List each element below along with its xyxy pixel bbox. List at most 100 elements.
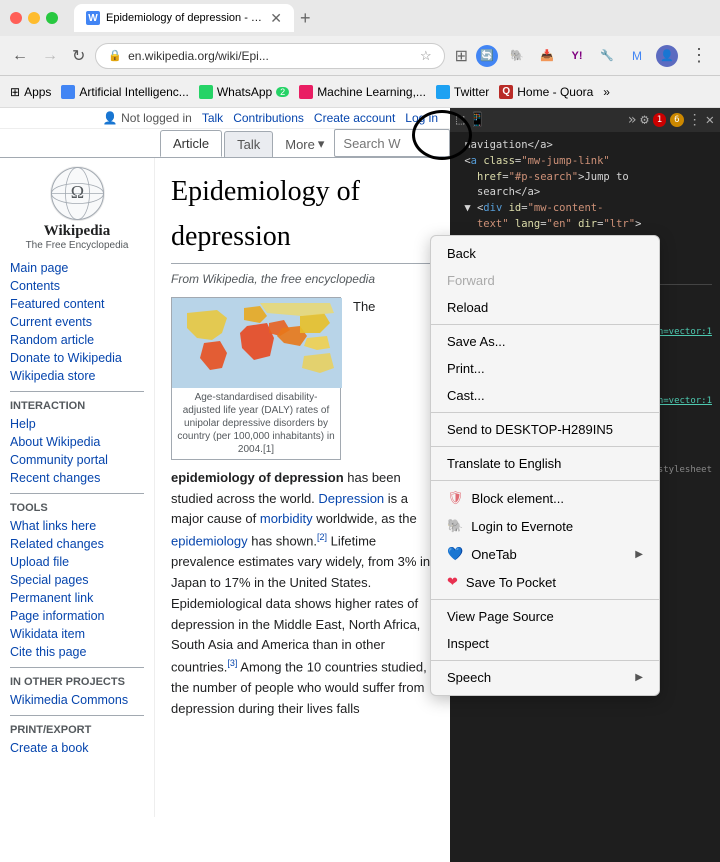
sidebar-link-what-links[interactable]: What links here	[10, 517, 144, 535]
wiki-content: Epidemiology ofdepression From Wikipedia…	[155, 158, 450, 817]
cm-onetab[interactable]: 💙 OneTab ▶	[431, 540, 659, 568]
active-tab[interactable]: W Epidemiology of depression - W... ✕	[74, 4, 294, 32]
sidebar-link-main-page[interactable]: Main page	[10, 259, 144, 277]
cm-pocket[interactable]: ❤ Save To Pocket	[431, 568, 659, 596]
account-icon[interactable]: M	[626, 45, 648, 67]
sidebar-link-commons[interactable]: Wikimedia Commons	[10, 691, 144, 709]
forward-button[interactable]: →	[38, 45, 62, 67]
address-bar[interactable]: 🔒 en.wikipedia.org/wiki/Epi... ☆	[95, 43, 444, 69]
cm-evernote[interactable]: 🐘 Login to Evernote	[431, 512, 659, 540]
sidebar-link-permanent[interactable]: Permanent link	[10, 589, 144, 607]
menu-button[interactable]: ⋮	[686, 43, 712, 68]
cm-save-as[interactable]: Save As...	[431, 328, 659, 355]
cm-back[interactable]: Back	[431, 240, 659, 267]
epidemiology-link[interactable]: epidemiology	[171, 534, 248, 549]
tab-close-icon[interactable]: ✕	[270, 10, 282, 27]
bookmark-quora[interactable]: Q Home - Quora	[499, 85, 593, 99]
cm-inspect[interactable]: Inspect	[431, 630, 659, 657]
devtools-more-icon[interactable]: »	[628, 112, 636, 128]
sidebar-link-create-book[interactable]: Create a book	[10, 739, 144, 757]
devtools-options-icon[interactable]: ⋮	[688, 112, 702, 128]
morbidity-link[interactable]: morbidity	[260, 511, 313, 526]
bookmark-twitter[interactable]: Twitter	[436, 85, 489, 99]
talk-link[interactable]: Talk	[202, 111, 223, 125]
tab-talk[interactable]: Talk	[224, 131, 273, 157]
element-picker-icon[interactable]: ⬚	[456, 112, 464, 128]
reload-button[interactable]: ↻	[68, 44, 89, 68]
cm-print[interactable]: Print...	[431, 355, 659, 382]
depression-link[interactable]: Depression	[318, 491, 384, 506]
code-line-6: text" lang="en" dir="ltr">	[458, 217, 712, 233]
bookmark-apps[interactable]: ⊞ Apps	[10, 85, 51, 99]
bookmark-ml[interactable]: Machine Learning,...	[299, 85, 426, 99]
cm-reload[interactable]: Reload	[431, 294, 659, 321]
maximize-button[interactable]	[46, 12, 58, 24]
new-tab-button[interactable]: +	[300, 8, 311, 29]
code-line-5: ▼ <div id="mw-content-	[458, 201, 712, 217]
extensions-icon[interactable]: ⊞	[455, 46, 468, 66]
search-input[interactable]	[335, 133, 450, 154]
minimize-button[interactable]	[28, 12, 40, 24]
wiki-page: 👤 Not logged in Talk Contributions Creat…	[0, 108, 450, 862]
sidebar-link-about[interactable]: About Wikipedia	[10, 433, 144, 451]
device-mode-icon[interactable]: 📱	[468, 112, 485, 128]
login-link[interactable]: Log in	[405, 111, 438, 125]
ref-3: [3]	[227, 658, 237, 668]
sidebar-link-store[interactable]: Wikipedia store	[10, 367, 144, 385]
profile-icon[interactable]: 👤	[656, 45, 678, 67]
pocket-icon[interactable]: 📥	[536, 45, 558, 67]
cm-evernote-label: Login to Evernote	[471, 519, 573, 534]
star-icon[interactable]: ☆	[420, 48, 432, 64]
wiki-map-figure: Age-standardised disability-adjusted lif…	[171, 297, 341, 460]
evernote-icon[interactable]: 🐘	[506, 45, 528, 67]
wiki-search[interactable]: 🔍	[334, 129, 450, 157]
settings-icon[interactable]: ⚙	[640, 112, 648, 128]
extension2-icon[interactable]: 🔧	[596, 45, 618, 67]
more-dropdown[interactable]: More ▾	[275, 131, 334, 157]
cm-block-element[interactable]: 🛡 Block element...	[431, 484, 659, 512]
lock-icon: 🔒	[108, 49, 122, 62]
cm-translate[interactable]: Translate to English	[431, 450, 659, 477]
traffic-lights[interactable]	[10, 12, 58, 24]
cm-send-to-desktop[interactable]: Send to DESKTOP-H289IN5	[431, 416, 659, 443]
close-button[interactable]	[10, 12, 22, 24]
apps-icon: ⊞	[10, 85, 20, 99]
devtools-close-icon[interactable]: ✕	[706, 112, 714, 128]
sidebar-divider-4	[10, 715, 144, 716]
sidebar-divider-2	[10, 493, 144, 494]
bookmark-ai[interactable]: Artificial Intelligenc...	[61, 85, 188, 99]
cm-block-element-label: Block element...	[472, 491, 565, 506]
error-badge: 1	[653, 113, 666, 127]
sidebar-link-featured[interactable]: Featured content	[10, 295, 144, 313]
sidebar-link-special[interactable]: Special pages	[10, 571, 144, 589]
sidebar-link-wikidata[interactable]: Wikidata item	[10, 625, 144, 643]
bookmark-whatsapp[interactable]: WhatsApp 2	[199, 85, 289, 99]
sidebar-divider-1	[10, 391, 144, 392]
nav-bar: ← → ↻ 🔒 en.wikipedia.org/wiki/Epi... ☆ ⊞…	[0, 36, 720, 76]
sidebar-link-donate[interactable]: Donate to Wikipedia	[10, 349, 144, 367]
sidebar-link-help[interactable]: Help	[10, 415, 144, 433]
cm-view-source[interactable]: View Page Source	[431, 603, 659, 630]
sidebar-link-current-events[interactable]: Current events	[10, 313, 144, 331]
sidebar-nav-projects: Wikimedia Commons	[10, 691, 144, 709]
cm-speech[interactable]: Speech ▶	[431, 664, 659, 691]
contributions-link[interactable]: Contributions	[233, 111, 304, 125]
sidebar-link-page-info[interactable]: Page information	[10, 607, 144, 625]
tab-article[interactable]: Article	[160, 130, 222, 157]
cm-cast[interactable]: Cast...	[431, 382, 659, 409]
ai-favicon	[61, 85, 75, 99]
sidebar-link-random[interactable]: Random article	[10, 331, 144, 349]
chrome-cast-icon[interactable]: 🔄	[476, 45, 498, 67]
back-button[interactable]: ←	[8, 45, 32, 67]
sidebar-link-upload[interactable]: Upload file	[10, 553, 144, 571]
sidebar-link-cite[interactable]: Cite this page	[10, 643, 144, 661]
code-line-1: navigation</a>	[458, 138, 712, 154]
bookmark-more[interactable]: »	[603, 85, 610, 99]
sidebar-link-contents[interactable]: Contents	[10, 277, 144, 295]
yahoo-icon[interactable]: Y!	[566, 45, 588, 67]
sidebar-link-community[interactable]: Community portal	[10, 451, 144, 469]
sidebar-link-related-changes[interactable]: Related changes	[10, 535, 144, 553]
sidebar-link-recent-changes[interactable]: Recent changes	[10, 469, 144, 487]
quora-label: Home - Quora	[517, 85, 593, 99]
create-account-link[interactable]: Create account	[314, 111, 395, 125]
